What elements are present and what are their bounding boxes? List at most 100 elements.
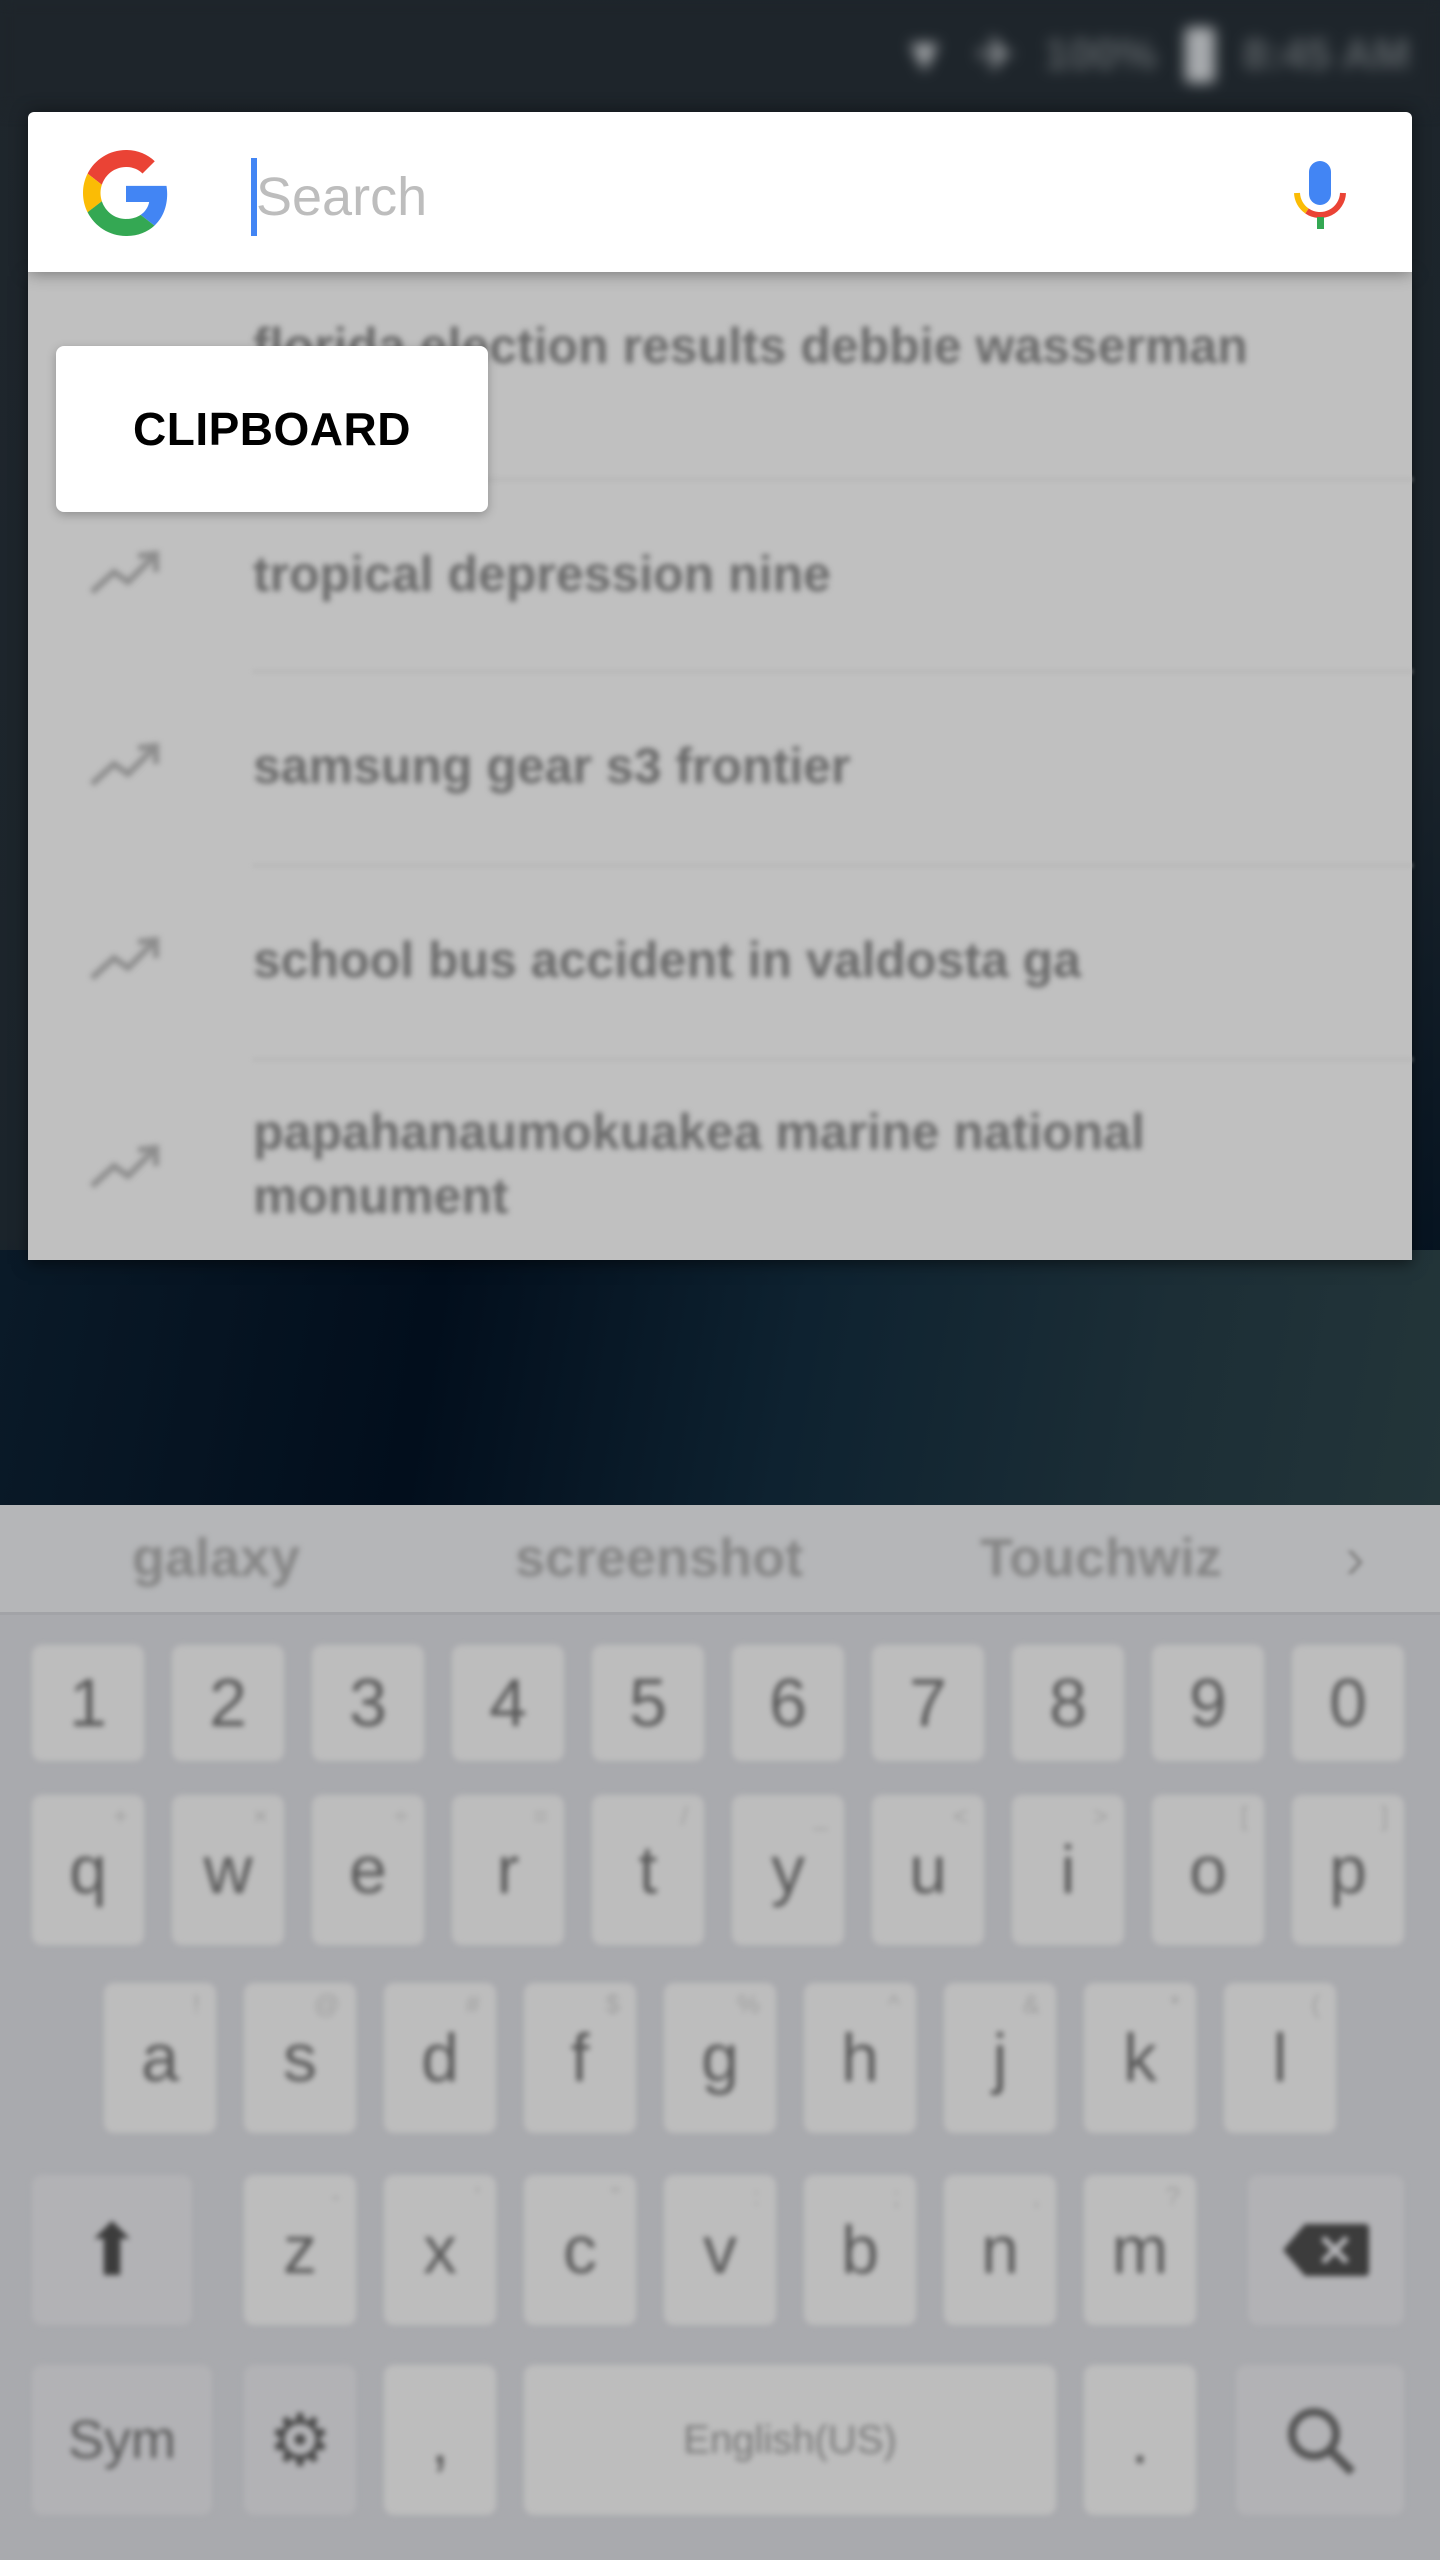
key-q[interactable]: q + <box>32 1795 144 1945</box>
key-label: i <box>1060 1832 1076 1908</box>
keyboard: galaxy screenshot Touchwiz › 1 2 3 4 5 6… <box>0 1505 1440 2560</box>
suggestion-text: papahanaumokuakea marine national monume… <box>253 1104 1145 1224</box>
key-1[interactable]: 1 <box>32 1645 144 1761</box>
period-key[interactable]: . <box>1084 2365 1196 2515</box>
key-hint: × <box>252 1801 268 1831</box>
key-w[interactable]: w × <box>172 1795 284 1945</box>
sym-key[interactable]: Sym <box>32 2365 212 2515</box>
key-hint: ' <box>475 2181 480 2211</box>
gear-icon: ⚙ <box>267 2401 333 2481</box>
search-key[interactable] <box>1236 2365 1404 2515</box>
suggestion-item[interactable]: papahanaumokuakea marine national monume… <box>28 1060 1412 1260</box>
trending-icon <box>89 742 159 787</box>
clipboard-button[interactable]: CLIPBOARD <box>56 346 488 512</box>
key-label: s <box>283 2020 317 2096</box>
key-label: a <box>141 2020 179 2096</box>
key-b[interactable]: b; <box>804 2175 916 2325</box>
suggestion-text: samsung gear s3 frontier <box>253 738 851 794</box>
key-label: e <box>349 1832 387 1908</box>
key-x[interactable]: x ' <box>384 2175 496 2325</box>
key-8[interactable]: 8 <box>1012 1645 1124 1761</box>
backspace-icon <box>1283 2224 1369 2276</box>
key-d[interactable]: d # <box>384 1983 496 2133</box>
shift-key[interactable]: ⬆ <box>32 2175 192 2325</box>
suggestion-item[interactable]: samsung gear s3 frontier <box>28 672 1412 864</box>
clipboard-label: CLIPBOARD <box>133 403 411 455</box>
key-g[interactable]: g% <box>664 1983 776 2133</box>
key-n[interactable]: n, <box>944 2175 1056 2325</box>
key-hint: * <box>1169 1989 1180 2019</box>
key-label: t <box>638 1832 658 1908</box>
key-3[interactable]: 3 <box>312 1645 424 1761</box>
key-6[interactable]: 6 <box>732 1645 844 1761</box>
key-l[interactable]: l( <box>1224 1983 1336 2133</box>
key-h[interactable]: h ^ <box>804 1983 916 2133</box>
key-hint: [ <box>1240 1801 1248 1831</box>
key-label: l <box>1272 2020 1288 2096</box>
prediction-2[interactable]: screenshot <box>515 1527 803 1589</box>
key-label: k <box>1123 2020 1157 2096</box>
key-r[interactable]: r = <box>452 1795 564 1945</box>
key-4[interactable]: 4 <box>452 1645 564 1761</box>
key-y[interactable]: y _ <box>732 1795 844 1945</box>
key-0[interactable]: 0 <box>1292 1645 1404 1761</box>
settings-key[interactable]: ⚙ <box>244 2365 356 2515</box>
key-label: g <box>701 2020 739 2096</box>
space-key[interactable]: English(US) <box>524 2365 1056 2515</box>
chevron-right-icon[interactable]: › <box>1345 1523 1365 1592</box>
google-g-logo <box>83 150 168 236</box>
key-m[interactable]: m? <box>1084 2175 1196 2325</box>
wallpaper <box>0 1250 1440 1510</box>
comma-key[interactable]: , <box>384 2365 496 2515</box>
key-hint: # <box>465 1989 480 2019</box>
key-hint: ( <box>1311 1989 1320 2019</box>
key-c[interactable]: c " <box>524 2175 636 2325</box>
key-s[interactable]: s @ <box>244 1983 356 2133</box>
key-hint: " <box>610 2181 620 2211</box>
key-2[interactable]: 2 <box>172 1645 284 1761</box>
key-label: w <box>203 1832 253 1908</box>
key-5[interactable]: 5 <box>592 1645 704 1761</box>
battery-icon <box>1184 27 1215 83</box>
keyboard-predictions: galaxy screenshot Touchwiz › <box>0 1505 1440 1615</box>
key-label: m <box>1111 2212 1169 2288</box>
key-hint: % <box>736 1989 760 2019</box>
key-7[interactable]: 7 <box>872 1645 984 1761</box>
trending-icon <box>89 936 159 981</box>
search-bar <box>28 112 1412 272</box>
clock: 8:45 AM <box>1242 30 1410 79</box>
trending-icon <box>89 1144 159 1189</box>
suggestion-item[interactable]: school bus accident in valdosta ga <box>28 866 1412 1058</box>
key-9[interactable]: 9 <box>1152 1645 1264 1761</box>
key-hint: < <box>952 1801 968 1831</box>
key-p[interactable]: p] <box>1292 1795 1404 1945</box>
wifi-icon: ▼ <box>900 28 949 82</box>
key-k[interactable]: k * <box>1084 1983 1196 2133</box>
key-label: b <box>841 2212 879 2288</box>
key-o[interactable]: o[ <box>1152 1795 1264 1945</box>
key-label: h <box>841 2020 879 2096</box>
key-t[interactable]: t / <box>592 1795 704 1945</box>
key-a[interactable]: a! <box>104 1983 216 2133</box>
key-label: v <box>703 2212 737 2288</box>
status-bar: ▼ ✈ 100% 8:45 AM <box>0 0 1440 110</box>
key-hint: _ <box>813 1801 828 1831</box>
key-label: o <box>1189 1832 1227 1908</box>
key-hint: $ <box>605 1989 620 2019</box>
key-u[interactable]: u < <box>872 1795 984 1945</box>
key-hint: > <box>1092 1801 1108 1831</box>
key-f[interactable]: f $ <box>524 1983 636 2133</box>
backspace-key[interactable] <box>1248 2175 1404 2325</box>
key-z[interactable]: z- <box>244 2175 356 2325</box>
key-j[interactable]: j & <box>944 1983 1056 2133</box>
key-hint: ] <box>1380 1801 1388 1831</box>
prediction-3[interactable]: Touchwiz <box>980 1527 1222 1589</box>
mic-icon[interactable] <box>1280 157 1360 237</box>
key-label: y <box>771 1832 805 1908</box>
search-input[interactable] <box>256 152 1256 242</box>
key-e[interactable]: e ÷ <box>312 1795 424 1945</box>
key-v[interactable]: v: <box>664 2175 776 2325</box>
key-label: j <box>992 2020 1008 2096</box>
prediction-1[interactable]: galaxy <box>132 1527 300 1589</box>
key-i[interactable]: i > <box>1012 1795 1124 1945</box>
